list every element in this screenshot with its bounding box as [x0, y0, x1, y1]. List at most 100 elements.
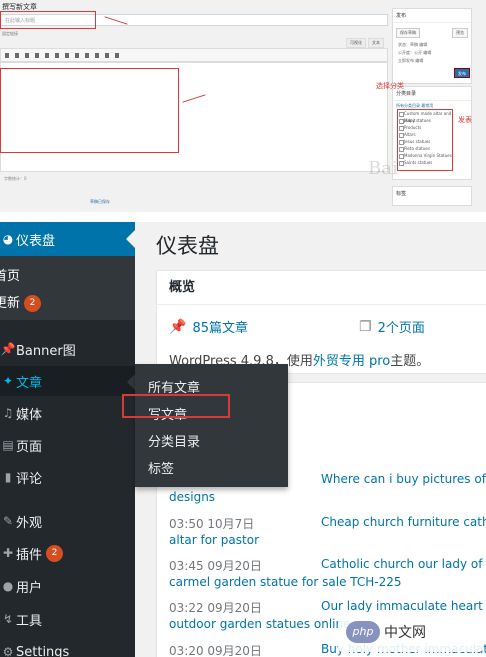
activity-post-link-cont[interactable]: outdoor garden statues online: [169, 617, 351, 631]
sidebar-item-pages[interactable]: ▤ 页面: [0, 430, 135, 460]
tab-text[interactable]: 文本: [368, 38, 384, 48]
toolbar-button[interactable]: [25, 52, 29, 58]
save-draft-button[interactable]: 保存草稿: [396, 28, 420, 38]
dashboard-submenu: 首页 更新 2: [0, 256, 135, 320]
wrench-icon: ↯: [2, 612, 14, 626]
brush-icon: ✎: [2, 514, 14, 528]
content-highlight-box: [0, 68, 179, 153]
sidebar-item-banner[interactable]: 📌 Banner图: [0, 334, 135, 364]
page-icon: ▤: [2, 438, 14, 452]
publish-button[interactable]: 发布: [454, 68, 470, 78]
sidebar-item-label: 仪表盘: [16, 233, 56, 249]
sidebar-item-plugins[interactable]: ✚ 插件 2: [0, 538, 135, 568]
sidebar-item-media[interactable]: ♫ 媒体: [0, 398, 135, 428]
category-checkbox[interactable]: Products: [398, 124, 452, 131]
overview-heading[interactable]: 概览: [157, 271, 486, 305]
category-checkbox[interactable]: Madonna Virgin Statues: [398, 152, 452, 159]
posts-count-label: 85篇文章: [192, 321, 248, 336]
toolbar-button[interactable]: [105, 52, 109, 58]
schedule-row: 立即发布 编辑: [398, 58, 424, 63]
activity-post-link-cont[interactable]: carmel garden statue for sale TCH-225: [169, 575, 402, 589]
sidebar-item-posts[interactable]: ✦ 文章: [0, 366, 135, 396]
toolbar-button[interactable]: [55, 52, 59, 58]
category-box: 分类目录 所有分类目录 最常用 Custom made altar and pu…: [392, 86, 472, 180]
media-icon: ♫: [2, 406, 14, 420]
sidebar-item-users[interactable]: ● 用户: [0, 571, 135, 601]
toolbar-button[interactable]: [15, 52, 19, 58]
category-checkbox[interactable]: Jesus statues: [398, 138, 452, 145]
activity-post-link[interactable]: Where can i buy pictures of: [321, 472, 486, 486]
toolbar-button[interactable]: [85, 52, 89, 58]
activity-post-link-cont[interactable]: altar for pastor: [169, 533, 259, 547]
page-icon: ❐: [359, 318, 372, 335]
pushpin-icon: ✦: [2, 374, 14, 388]
sidebar-item-label: 工具: [16, 613, 43, 629]
sidebar-item-dashboard[interactable]: ◕ 仪表盘: [0, 222, 135, 256]
baidu-watermark: Bai: [368, 158, 398, 179]
sidebar-item-appearance[interactable]: ✎ 外观: [0, 506, 135, 536]
sidebar-item-settings[interactable]: ⚙ Settings: [0, 637, 135, 657]
plugins-count-badge: 2: [46, 544, 64, 562]
category-checkbox[interactable]: Altars: [398, 131, 452, 138]
sidebar-item-comments[interactable]: ▮ 评论: [0, 462, 135, 492]
title-highlight-box: [0, 11, 96, 29]
toolbar-button[interactable]: [75, 52, 79, 58]
tag-box: 标签: [392, 186, 472, 206]
pages-count-label: 2个页面: [377, 321, 425, 336]
updates-count-badge: 2: [24, 295, 42, 312]
toolbar-button[interactable]: [35, 52, 39, 58]
submenu-updates[interactable]: 更新 2: [0, 292, 42, 312]
watermark-text: 中文网: [384, 625, 426, 641]
activity-post-time: 03:50 10月7日: [169, 517, 255, 531]
activity-post-time: 03:45 09月20日: [169, 559, 262, 573]
sidebar-item-label: 评论: [16, 471, 43, 487]
word-count: 字数统计：0: [4, 176, 27, 181]
toolbar-button[interactable]: [65, 52, 69, 58]
wp-admin-dashboard: ◕ 仪表盘 首页 更新 2 📌 Banner图 ✦ 文章 ♫ 媒体 ▤ 页面 ▮ …: [0, 222, 486, 657]
category-checkbox[interactable]: Saints statues: [398, 159, 452, 166]
activity-post-time: 03:20 09月20日: [169, 644, 262, 657]
toolbar-button[interactable]: [95, 52, 99, 58]
activity-post-link[interactable]: Catholic church our lady of m: [321, 557, 486, 571]
category-checkbox[interactable]: Many statues: [398, 117, 452, 124]
publish-box-title: 发布: [393, 9, 471, 23]
write-post-highlight-box: [122, 394, 230, 418]
submenu-home[interactable]: 首页: [0, 265, 20, 284]
user-icon: ●: [2, 579, 14, 593]
flyout-categories[interactable]: 分类目录: [148, 431, 200, 450]
toolbar-button[interactable]: [115, 52, 119, 58]
permalink-label: 固定链接: [2, 31, 18, 36]
sidebar-item-label: 媒体: [16, 407, 43, 423]
posts-count-link[interactable]: 📌 85篇文章: [169, 317, 248, 337]
activity-post-time: 03:22 09月20日: [169, 601, 262, 615]
activity-post-link[interactable]: Our lady immaculate heart of: [321, 599, 486, 613]
activity-post-link-cont[interactable]: designs: [169, 490, 215, 504]
pages-count-link[interactable]: ❐ 2个页面: [359, 317, 425, 337]
dashboard-icon: ◕: [2, 232, 14, 246]
category-box-title: 分类目录: [393, 87, 471, 101]
pushpin-icon: 📌: [0, 342, 16, 356]
theme-link[interactable]: 外贸专用 pro: [313, 354, 390, 369]
submenu-updates-label: 更新: [0, 296, 21, 311]
sidebar-item-label: 外观: [16, 515, 43, 531]
posts-flyout-menu: 所有文章 写文章 分类目录 标签: [135, 364, 288, 487]
sidebar-item-label: 页面: [16, 439, 43, 455]
category-checkbox[interactable]: Pieta statues: [398, 145, 452, 152]
toolbar-button[interactable]: [5, 52, 9, 58]
version-suffix: 主题。: [390, 354, 430, 369]
plugin-icon: ✚: [2, 546, 14, 560]
preview-button[interactable]: 预览: [452, 28, 468, 38]
visibility-row: 公开度：公开 编辑: [398, 50, 432, 55]
php-cn-watermark: php 中文网: [338, 612, 483, 652]
activity-post-link[interactable]: Cheap church furniture catho: [321, 515, 486, 529]
php-logo: php: [346, 621, 380, 643]
editor-mode-tabs: 可视化 文本: [346, 38, 384, 48]
sidebar-item-label: 文章: [16, 375, 43, 391]
toolbar-button[interactable]: [45, 52, 49, 58]
sidebar-item-tools[interactable]: ↯ 工具: [0, 604, 135, 634]
category-checkbox[interactable]: Custom made altar and pulpit: [398, 110, 452, 123]
category-list: Custom made altar and pulpit Many statue…: [397, 109, 453, 171]
sidebar-item-label: Settings: [16, 644, 70, 657]
flyout-tags[interactable]: 标签: [148, 458, 174, 477]
tab-visual[interactable]: 可视化: [346, 38, 366, 48]
